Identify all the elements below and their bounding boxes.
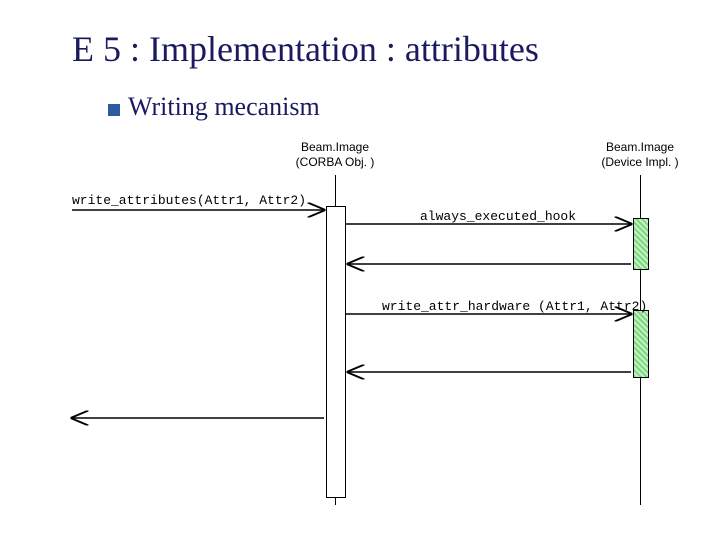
slide-title: E 5 : Implementation : attributes <box>72 28 539 70</box>
msg-write-hw: write_attr_hardware (Attr1, Attr2) <box>382 299 647 314</box>
lifeline-corba-l2: (CORBA Obj. ) <box>296 155 375 169</box>
lifeline-corba-l1: Beam.Image <box>301 140 369 154</box>
lifeline-impl-l2: (Device Impl. ) <box>601 155 678 169</box>
activation-impl-writehw <box>633 310 649 378</box>
lifeline-label-impl: Beam.Image (Device Impl. ) <box>585 140 695 170</box>
lifeline-label-corba: Beam.Image (CORBA Obj. ) <box>280 140 390 170</box>
sequence-arrows <box>0 0 720 540</box>
lifeline-impl-l1: Beam.Image <box>606 140 674 154</box>
slide-subhead: Writing mecanism <box>128 92 320 122</box>
activation-impl-hook <box>633 218 649 270</box>
activation-corba <box>326 206 346 498</box>
msg-always-hook: always_executed_hook <box>420 209 576 224</box>
msg-write-attributes: write_attributes(Attr1, Attr2) <box>72 193 306 208</box>
bullet-icon <box>108 104 120 116</box>
